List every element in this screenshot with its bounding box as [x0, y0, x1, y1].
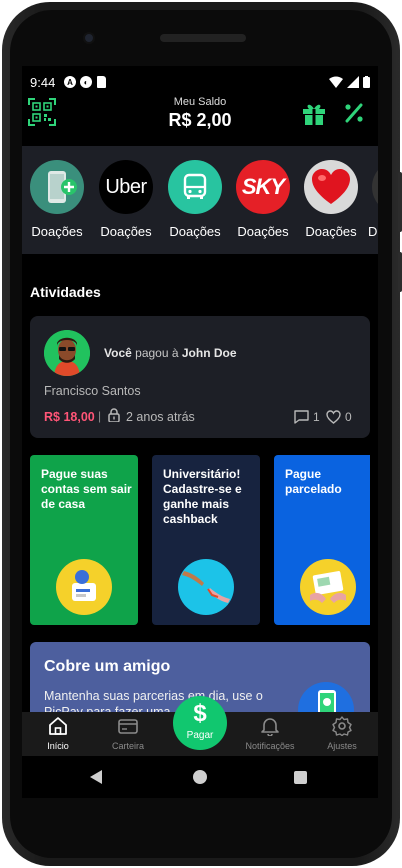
- avatar: [44, 330, 90, 376]
- recent-apps-icon[interactable]: [294, 771, 307, 784]
- activity-amount: R$ 18,00: [44, 410, 95, 424]
- nav-item-home[interactable]: Início: [28, 714, 88, 754]
- comment-count: 1: [313, 410, 320, 424]
- wallet-icon: [118, 719, 138, 734]
- app-screen: 9:44 A ◐ Meu Saldo R$ 2,00 Doações Uber …: [22, 66, 378, 756]
- front-camera: [83, 32, 95, 44]
- carousel-label: Doações: [31, 224, 83, 239]
- promo-card-installments[interactable]: Pague parcelado: [274, 455, 370, 625]
- notification-b-icon: ◐: [80, 76, 92, 88]
- like-count: 0: [345, 410, 352, 424]
- activity-card[interactable]: Você pagou à John Doe Francisco Santos R…: [30, 316, 370, 438]
- carousel-item-sky[interactable]: SKY Doações: [232, 160, 292, 240]
- add-phone-icon: [30, 160, 84, 214]
- carousel-item-partial[interactable]: D: [368, 160, 378, 240]
- like-heart-icon[interactable]: [326, 410, 341, 424]
- partial-item-icon: [372, 160, 378, 214]
- carousel-item-donation-phone[interactable]: Doações: [26, 160, 86, 240]
- activities-title: Atividades: [30, 284, 101, 300]
- activity-target[interactable]: John Doe: [182, 346, 237, 360]
- activity-person-name: Francisco Santos: [44, 384, 141, 398]
- nav-label-settings: Ajustes: [327, 741, 357, 751]
- nav-label-home: Início: [47, 741, 69, 751]
- carousel-label: Doações: [100, 224, 152, 239]
- hands-illustration-icon: [178, 559, 234, 615]
- sky-logo: SKY: [236, 160, 290, 214]
- charge-friend-title: Cobre um amigo: [44, 658, 171, 675]
- sd-card-icon: [97, 76, 106, 88]
- lock-icon: [108, 408, 120, 422]
- activity-description: Você pagou à John Doe: [104, 346, 237, 360]
- carousel-item-bus[interactable]: Doações: [164, 160, 224, 240]
- nav-item-wallet[interactable]: Carteira: [98, 714, 158, 754]
- pay-button[interactable]: $ Pagar: [173, 696, 227, 750]
- carousel-label: Doações: [169, 224, 221, 239]
- activity-actor: Você: [104, 346, 132, 360]
- promo-card-pay-bills[interactable]: Pague suas contas sem sair de casa: [30, 455, 138, 625]
- carousel-item-uber[interactable]: Uber Doações: [95, 160, 155, 240]
- signal-icon: [347, 76, 359, 88]
- promo-text: Pague suas contas sem sair de casa: [41, 467, 132, 511]
- promo-text: Universitário! Cadastre-se e ganhe mais …: [163, 467, 242, 526]
- bus-icon: [168, 160, 222, 214]
- uber-logo: Uber: [99, 160, 153, 214]
- percent-icon[interactable]: [344, 103, 364, 123]
- carousel-label: Doações: [237, 224, 289, 239]
- gift-icon[interactable]: [301, 100, 327, 126]
- heart-icon: [304, 160, 358, 214]
- card-illustration-icon: [300, 559, 356, 615]
- volume-button: [398, 172, 402, 232]
- home-icon: [49, 717, 67, 735]
- nav-label-wallet: Carteira: [111, 741, 144, 751]
- quick-actions-carousel[interactable]: Doações Uber Doações Doações SKY Doações…: [22, 146, 378, 254]
- balance-header: Meu Saldo R$ 2,00: [22, 96, 378, 146]
- dollar-icon: $: [193, 700, 207, 727]
- comment-icon[interactable]: [294, 410, 309, 424]
- system-navigation-bar: [22, 756, 378, 798]
- activity-action: pagou à: [135, 346, 179, 360]
- activity-time: 2 anos atrás: [126, 410, 195, 424]
- carousel-label: Doações: [305, 224, 357, 239]
- promo-text: Pague parcelado: [285, 467, 342, 496]
- nav-label-notifications: Notificações: [245, 741, 295, 751]
- speaker-grill: [160, 34, 246, 42]
- notification-a-icon: A: [64, 76, 76, 88]
- home-circle-icon[interactable]: [193, 770, 207, 784]
- bottom-navbar: Início Carteira $ Pagar Notificações Aju…: [22, 696, 378, 756]
- status-time: 9:44: [30, 75, 56, 90]
- gear-icon: [332, 716, 352, 736]
- power-button: [398, 252, 402, 292]
- nav-item-settings[interactable]: Ajustes: [312, 714, 372, 754]
- promo-card-university[interactable]: Universitário! Cadastre-se e ganhe mais …: [152, 455, 260, 625]
- battery-icon: [363, 76, 370, 88]
- activity-separator: |: [98, 409, 102, 423]
- bills-illustration-icon: [56, 559, 112, 615]
- status-indicators: [329, 76, 370, 88]
- status-bar: 9:44 A ◐: [22, 66, 378, 98]
- pay-label: Pagar: [186, 730, 214, 741]
- bell-icon: [261, 718, 279, 736]
- nav-item-notifications[interactable]: Notificações: [240, 714, 300, 754]
- carousel-label: D: [368, 224, 378, 239]
- carousel-item-heart[interactable]: Doações: [300, 160, 360, 240]
- wifi-icon: [329, 76, 343, 88]
- back-icon[interactable]: [90, 770, 102, 784]
